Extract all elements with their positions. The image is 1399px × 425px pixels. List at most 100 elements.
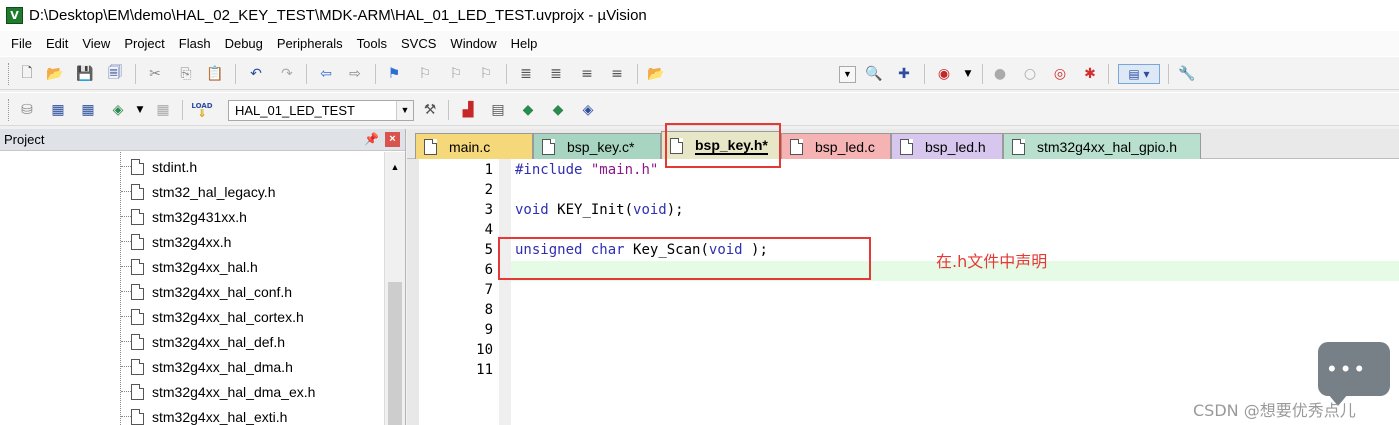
rebuild-icon[interactable]: ▦ (78, 100, 98, 120)
undo-icon[interactable]: ↶ (246, 64, 266, 84)
line-number: 7 (484, 282, 493, 298)
line-number: 11 (476, 362, 493, 378)
stop-build-icon[interactable]: ▦ (153, 100, 173, 120)
editor-tabs: main.c bsp_key.c* bsp_key.h* bsp_led.c b… (407, 129, 1399, 159)
menu-svcs[interactable]: SVCS (394, 36, 443, 51)
find-in-files-icon[interactable]: 📂 (646, 64, 666, 84)
tab-stm32g4xx-hal-gpio-h[interactable]: stm32g4xx_hal_gpio.h (1003, 133, 1201, 159)
menu-project[interactable]: Project (117, 36, 171, 51)
configure-icon[interactable]: 🔧 (1177, 64, 1197, 84)
close-icon[interactable]: × (385, 132, 400, 147)
file-name: stm32g4xx_hal_def.h (152, 333, 286, 350)
scroll-thumb[interactable] (388, 282, 402, 425)
next-bookmark-icon[interactable]: ⚐ (446, 64, 466, 84)
disable-breakpoints-icon[interactable]: ◎ (1050, 64, 1070, 84)
tab-bsp-led-c[interactable]: bsp_led.c (781, 133, 891, 159)
tree-item[interactable]: stm32g4xx_hal_exti.h (121, 404, 287, 425)
batch-build-icon[interactable]: ◈ (108, 100, 128, 120)
header-file-icon (1012, 138, 1025, 155)
build-icon[interactable]: ▦ (48, 100, 68, 120)
tab-label: bsp_key.c* (567, 138, 635, 155)
indent-icon[interactable]: ≣ (516, 64, 536, 84)
window-layout-icon[interactable]: ▤ ▾ (1118, 64, 1160, 84)
debug-dropdown-icon[interactable]: ▼ (958, 64, 978, 84)
incremental-find-icon[interactable]: ✚ (894, 64, 914, 84)
navigate-forward-icon[interactable]: ⇨ (345, 64, 365, 84)
menu-edit[interactable]: Edit (39, 36, 75, 51)
insert-breakpoint-icon[interactable]: ● (990, 64, 1010, 84)
comment-icon[interactable]: ≡ (577, 64, 597, 84)
menu-window[interactable]: Window (443, 36, 503, 51)
toolbar-grip[interactable] (8, 99, 11, 121)
file-name: stm32g4xx.h (152, 233, 232, 250)
tree-item[interactable]: stm32g4xx_hal_def.h (121, 329, 285, 354)
preprocessor-keyword: #include (515, 162, 583, 178)
menu-tools[interactable]: Tools (350, 36, 394, 51)
menu-view[interactable]: View (75, 36, 117, 51)
tab-bsp-key-c[interactable]: bsp_key.c* (533, 133, 661, 159)
tree-item[interactable]: stdint.h (121, 154, 197, 179)
menu-help[interactable]: Help (504, 36, 545, 51)
target-select[interactable]: HAL_01_LED_TEST ▼ (228, 100, 414, 121)
clear-bookmarks-icon[interactable]: ⚐ (476, 64, 496, 84)
line-number: 9 (484, 322, 493, 338)
menu-debug[interactable]: Debug (218, 36, 270, 51)
project-panel: Project 📌 × stdint.h stm32_hal_legacy.h … (0, 129, 406, 425)
toolbar-grip[interactable] (8, 63, 11, 85)
tree-item[interactable]: stm32g4xx.h (121, 229, 231, 254)
menu-peripherals[interactable]: Peripherals (270, 36, 350, 51)
menu-file[interactable]: File (4, 36, 39, 51)
function-name: KEY_Init( (557, 202, 634, 218)
cut-icon[interactable]: ✂ (145, 64, 165, 84)
menu-flash[interactable]: Flash (172, 36, 218, 51)
tree-item[interactable]: stm32g4xx_hal_conf.h (121, 279, 292, 304)
new-file-icon[interactable]: 🗋 (17, 64, 37, 84)
debug-session-icon[interactable]: ◉ (934, 64, 954, 84)
manage-run-time-environment-icon[interactable]: ◆ (518, 100, 538, 120)
manage-project-items-icon[interactable]: ▟ (458, 100, 478, 120)
tree-item[interactable]: stm32g4xx_hal_dma_ex.h (121, 379, 315, 404)
load-flash-icon[interactable]: LOAD ⇓ (191, 100, 212, 120)
code-editor[interactable]: 1 2 3 4 5 6 7 8 9 10 11 #include "main.h… (407, 159, 1399, 425)
project-scrollbar[interactable]: ▲ (384, 152, 405, 425)
save-all-icon[interactable]: 🗐 (105, 64, 125, 84)
annotation-box-tab (665, 123, 781, 168)
scroll-up-icon[interactable]: ▲ (387, 158, 403, 176)
target-options-icon[interactable]: ⚒ (420, 100, 440, 120)
tree-item[interactable]: stm32_hal_legacy.h (121, 179, 275, 204)
tab-bsp-led-h[interactable]: bsp_led.h (891, 133, 1003, 159)
pin-icon[interactable]: 📌 (364, 132, 379, 146)
tree-item[interactable]: stm32g4xx_hal_dma.h (121, 354, 293, 379)
tree-item[interactable]: stm32g4xx_hal_cortex.h (121, 304, 304, 329)
chevron-down-icon[interactable]: ▼ (396, 101, 413, 120)
paste-icon[interactable]: 📋 (205, 64, 225, 84)
prev-bookmark-icon[interactable]: ⚐ (415, 64, 435, 84)
enable-breakpoint-icon[interactable]: ○ (1020, 64, 1040, 84)
kill-breakpoints-icon[interactable]: ✱ (1080, 64, 1100, 84)
uncomment-icon[interactable]: ≡ (607, 64, 627, 84)
bookmark-icon[interactable]: ⚑ (384, 64, 404, 84)
uvision-app-icon: V (6, 7, 23, 24)
batch-dropdown-icon[interactable]: ▼ (130, 100, 150, 120)
pack-installer-icon[interactable]: ◈ (578, 100, 598, 120)
tab-main-c[interactable]: main.c (415, 133, 533, 159)
redo-icon[interactable]: ↷ (277, 64, 297, 84)
annotation-text: 在.h文件中声明 (936, 252, 1048, 271)
translate-icon[interactable]: ⛁ (17, 100, 37, 120)
header-file-icon (900, 138, 913, 155)
open-folder-icon[interactable]: 📂 (45, 64, 65, 84)
navigate-back-icon[interactable]: ⇦ (316, 64, 336, 84)
file-name: stm32g4xx_hal_cortex.h (152, 308, 304, 325)
copy-icon[interactable]: ⎘ (176, 64, 196, 84)
find-icon[interactable]: 🔍 (864, 64, 884, 84)
tree-item[interactable]: stm32g431xx.h (121, 204, 247, 229)
unindent-icon[interactable]: ≣ (546, 64, 566, 84)
select-software-packs-icon[interactable]: ◆ (548, 100, 568, 120)
search-dropdown[interactable]: ▼ (839, 66, 856, 83)
project-tree: stdint.h stm32_hal_legacy.h stm32g431xx.… (0, 152, 384, 425)
header-file-icon (131, 258, 144, 275)
save-icon[interactable]: 💾 (75, 64, 95, 84)
manage-multi-project-icon[interactable]: ▤ (488, 100, 508, 120)
tree-item[interactable]: stm32g4xx_hal.h (121, 254, 258, 279)
file-name: stm32g4xx_hal_conf.h (152, 283, 293, 300)
